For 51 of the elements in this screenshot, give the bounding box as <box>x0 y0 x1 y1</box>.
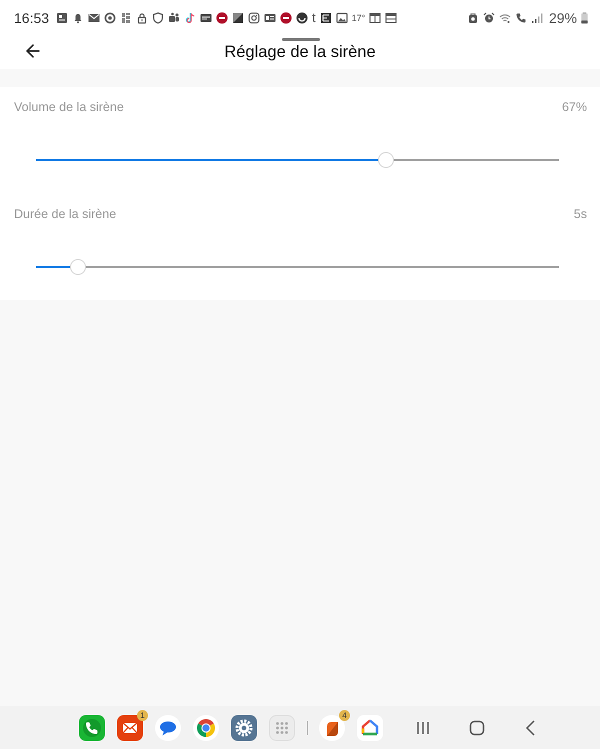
music-note-icon <box>184 12 196 24</box>
chat-bubble-icon[interactable] <box>155 714 181 740</box>
call-icon <box>514 12 527 24</box>
battery-percent: 29% <box>548 10 577 26</box>
slider-thumb[interactable] <box>378 152 394 168</box>
window-icon <box>369 12 382 24</box>
page-title: Réglage de la sirène <box>224 42 376 62</box>
setting-label: Durée de la sirène <box>14 206 116 222</box>
slider-track[interactable] <box>36 151 559 169</box>
card-icon <box>264 12 276 24</box>
home-icon <box>469 720 485 736</box>
circle-logo-icon <box>280 12 292 24</box>
ring-icon <box>104 12 116 24</box>
phone-app-icon[interactable] <box>79 714 105 740</box>
team-icon <box>168 12 180 24</box>
setting-value: 67% <box>562 99 587 115</box>
camera-icon <box>248 12 260 24</box>
battery-icon <box>581 12 588 24</box>
wifi-icon <box>498 12 511 24</box>
browser-app-icon[interactable] <box>193 714 219 740</box>
leaf-app-icon[interactable] <box>319 714 345 740</box>
mail-icon <box>88 12 100 24</box>
circle-logo-icon <box>216 12 228 24</box>
settings-app-icon[interactable] <box>231 714 257 740</box>
status-temperature: 17° <box>352 12 366 24</box>
square-logo-icon <box>320 12 332 24</box>
drag-handle[interactable] <box>282 38 320 41</box>
app-grid-icon[interactable] <box>269 714 295 740</box>
mail-app-icon[interactable] <box>117 714 143 740</box>
smile-icon <box>296 12 308 24</box>
image-icon <box>336 12 348 24</box>
setting-value: 5s <box>574 206 587 222</box>
slider-track[interactable] <box>36 258 559 276</box>
pattern-icon <box>120 12 132 24</box>
notification-badge: 1 <box>137 710 148 720</box>
lock-icon <box>136 12 148 24</box>
bag-icon <box>466 12 479 24</box>
window-icon <box>385 12 398 24</box>
news-box-icon <box>200 12 212 24</box>
document-icon <box>56 12 68 24</box>
notification-badge: 4 <box>339 710 350 720</box>
setting-label: Volume de la sirène <box>14 99 124 115</box>
status-time: 16:53 <box>14 10 50 26</box>
shield-icon <box>152 12 164 24</box>
recents-icon <box>415 720 431 736</box>
status-letter: t <box>312 12 316 24</box>
square-icon <box>232 12 244 24</box>
signal-icon <box>530 12 543 24</box>
slider-thumb[interactable] <box>70 259 86 275</box>
alarm-icon <box>482 12 495 24</box>
house-app-icon[interactable] <box>357 714 383 740</box>
